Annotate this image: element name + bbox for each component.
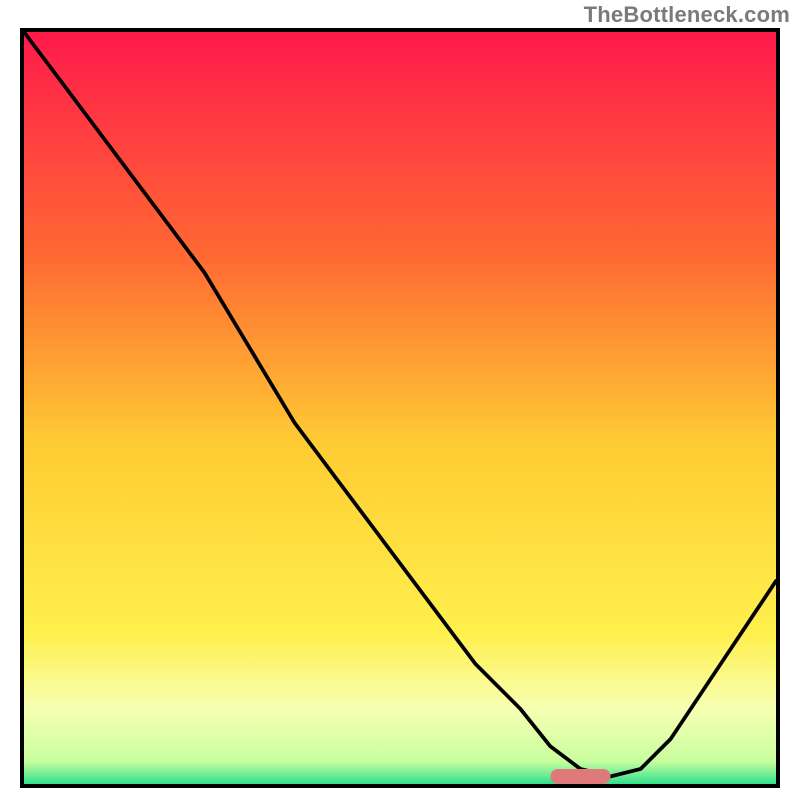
optimal-marker	[550, 769, 610, 784]
gradient-background	[24, 32, 776, 784]
watermark-text: TheBottleneck.com	[584, 2, 790, 28]
chart-frame	[20, 28, 780, 788]
bottleneck-chart	[24, 32, 776, 784]
